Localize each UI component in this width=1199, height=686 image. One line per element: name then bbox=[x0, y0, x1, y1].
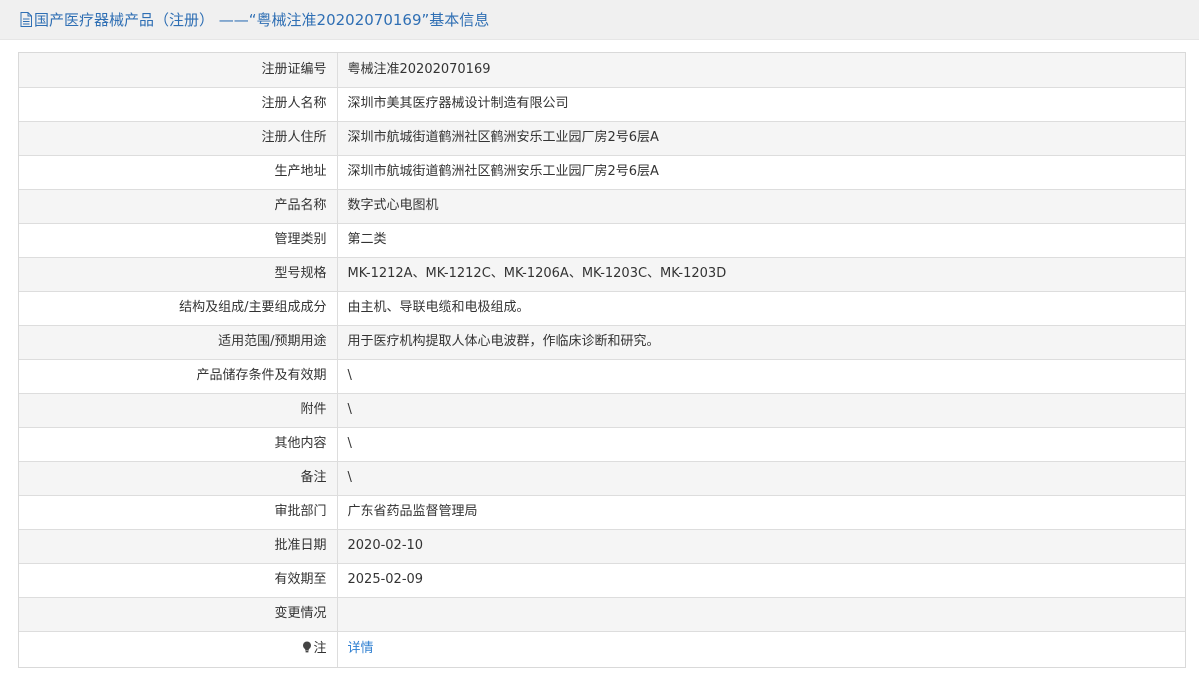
table-row: 批准日期 2020-02-10 bbox=[19, 529, 1185, 564]
row-value: 深圳市美其医疗器械设计制造有限公司 bbox=[337, 87, 1185, 122]
row-label: 注册人名称 bbox=[19, 87, 338, 122]
page-title: 国产医疗器械产品（注册） ——“粤械注准20202070169”基本信息 bbox=[34, 11, 490, 29]
row-label: 附件 bbox=[19, 393, 338, 428]
table-row: 生产地址 深圳市航城街道鹤洲社区鹤洲安乐工业园厂房2号6层A bbox=[19, 155, 1185, 190]
row-label: 管理类别 bbox=[19, 223, 338, 258]
table-row: 注册人住所 深圳市航城街道鹤洲社区鹤洲安乐工业园厂房2号6层A bbox=[19, 121, 1185, 156]
details-link[interactable]: 详情 bbox=[348, 641, 374, 656]
table-row: 型号规格 MK-1212A、MK-1212C、MK-1206A、MK-1203C、… bbox=[19, 257, 1185, 292]
table-row: 注册证编号 粤械注准20202070169 bbox=[19, 53, 1185, 88]
note-row: 注 详情 bbox=[19, 631, 1185, 667]
note-label: 注 bbox=[313, 641, 327, 657]
row-value: 数字式心电图机 bbox=[337, 189, 1185, 224]
row-value: \ bbox=[337, 461, 1185, 496]
page-header: 国产医疗器械产品（注册） ——“粤械注准20202070169”基本信息 bbox=[0, 0, 1199, 40]
table-row: 适用范围/预期用途 用于医疗机构提取人体心电波群，作临床诊断和研究。 bbox=[19, 325, 1185, 360]
row-label: 变更情况 bbox=[19, 597, 338, 632]
row-label: 审批部门 bbox=[19, 495, 338, 530]
row-label: 批准日期 bbox=[19, 529, 338, 564]
row-value: \ bbox=[337, 427, 1185, 462]
info-table-body: 注册证编号 粤械注准20202070169 注册人名称 深圳市美其医疗器械设计制造有… bbox=[19, 53, 1185, 667]
table-row: 管理类别 第二类 bbox=[19, 223, 1185, 258]
table-row: 变更情况 bbox=[19, 597, 1185, 632]
row-label: 生产地址 bbox=[19, 155, 338, 190]
row-label: 产品名称 bbox=[19, 189, 338, 224]
table-row: 备注 \ bbox=[19, 461, 1185, 496]
row-value: 第二类 bbox=[337, 223, 1185, 258]
note-value-cell: 详情 bbox=[337, 631, 1185, 667]
row-value: 粤械注准20202070169 bbox=[337, 53, 1185, 88]
row-value: 深圳市航城街道鹤洲社区鹤洲安乐工业园厂房2号6层A bbox=[337, 155, 1185, 190]
page: 国产医疗器械产品（注册） ——“粤械注准20202070169”基本信息 注册证… bbox=[0, 0, 1199, 686]
document-icon bbox=[20, 12, 32, 27]
table-row: 附件 \ bbox=[19, 393, 1185, 428]
row-value: MK-1212A、MK-1212C、MK-1206A、MK-1203C、MK-1… bbox=[337, 257, 1185, 292]
row-value: 2025-02-09 bbox=[337, 563, 1185, 598]
row-value bbox=[337, 597, 1185, 632]
row-label: 结构及组成/主要组成成分 bbox=[19, 291, 338, 326]
table-row: 产品储存条件及有效期 \ bbox=[19, 359, 1185, 394]
row-value: 广东省药品监督管理局 bbox=[337, 495, 1185, 530]
row-label: 其他内容 bbox=[19, 427, 338, 462]
table-row: 审批部门 广东省药品监督管理局 bbox=[19, 495, 1185, 530]
row-label: 适用范围/预期用途 bbox=[19, 325, 338, 360]
row-label: 型号规格 bbox=[19, 257, 338, 292]
note-label-cell: 注 bbox=[19, 631, 338, 667]
row-value: 2020-02-10 bbox=[337, 529, 1185, 564]
row-label: 注册证编号 bbox=[19, 53, 338, 88]
lightbulb-icon bbox=[303, 641, 312, 653]
row-value: 用于医疗机构提取人体心电波群，作临床诊断和研究。 bbox=[337, 325, 1185, 360]
row-label: 注册人住所 bbox=[19, 121, 338, 156]
info-table: 注册证编号 粤械注准20202070169 注册人名称 深圳市美其医疗器械设计制造有… bbox=[18, 52, 1186, 668]
row-value: 深圳市航城街道鹤洲社区鹤洲安乐工业园厂房2号6层A bbox=[337, 121, 1185, 156]
row-label: 备注 bbox=[19, 461, 338, 496]
row-value: \ bbox=[337, 359, 1185, 394]
table-row: 结构及组成/主要组成成分 由主机、导联电缆和电极组成。 bbox=[19, 291, 1185, 326]
row-label: 有效期至 bbox=[19, 563, 338, 598]
row-value: 由主机、导联电缆和电极组成。 bbox=[337, 291, 1185, 326]
row-value: \ bbox=[337, 393, 1185, 428]
table-row: 产品名称 数字式心电图机 bbox=[19, 189, 1185, 224]
table-row: 注册人名称 深圳市美其医疗器械设计制造有限公司 bbox=[19, 87, 1185, 122]
table-row: 有效期至 2025-02-09 bbox=[19, 563, 1185, 598]
table-row: 其他内容 \ bbox=[19, 427, 1185, 462]
row-label: 产品储存条件及有效期 bbox=[19, 359, 338, 394]
